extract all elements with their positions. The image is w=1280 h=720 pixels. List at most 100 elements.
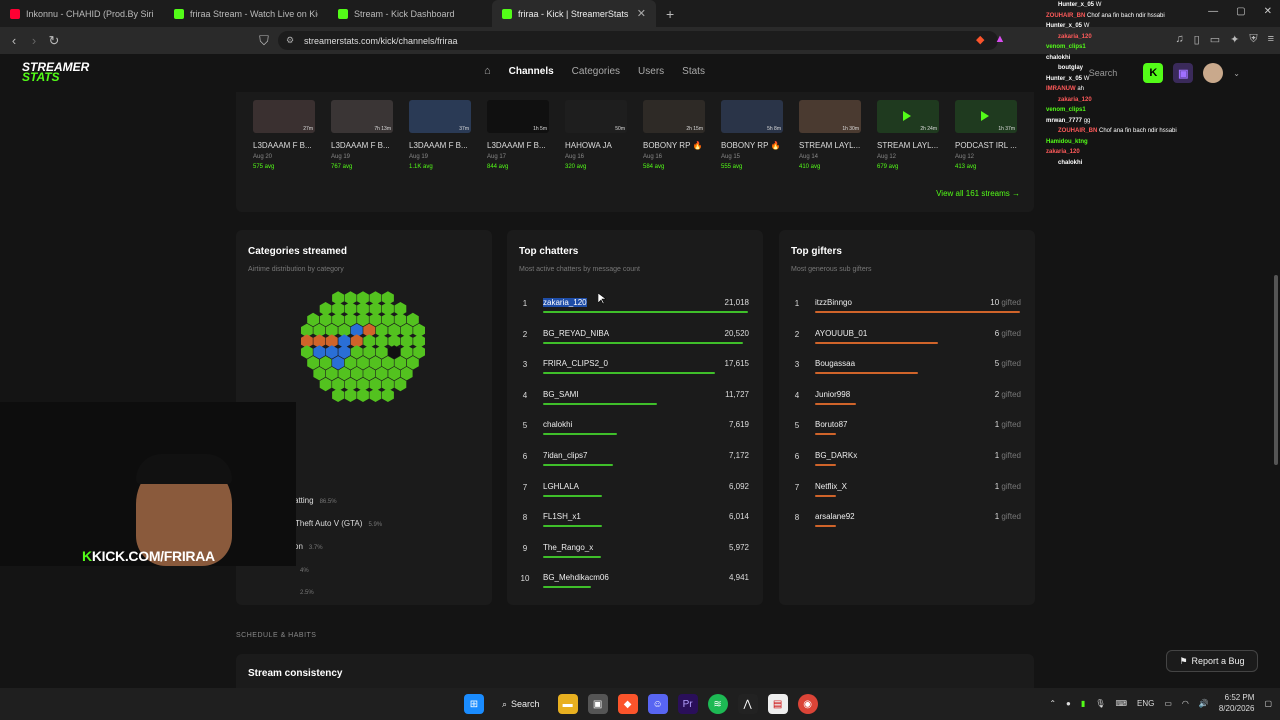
language-indicator[interactable]: ENG [1137, 699, 1154, 708]
nav-categories[interactable]: Categories [572, 66, 620, 77]
user-name[interactable]: Bougassaa [815, 359, 855, 368]
notification-icon[interactable]: ▢ [1264, 699, 1272, 708]
stream-card[interactable]: 1h 30m STREAM LAYL... Aug 14 410 avg [799, 100, 865, 170]
spotify-icon[interactable]: ≋ [707, 694, 728, 714]
stream-card[interactable]: 50m HAHOWA JA Aug 16 320 avg [565, 100, 631, 170]
home-icon[interactable]: ⌂ [484, 65, 491, 77]
nav-channels[interactable]: Channels [509, 66, 554, 77]
maximize-icon[interactable]: ▢ [1236, 6, 1245, 17]
chatter-row[interactable]: 2 BG_REYAD_NIBA 20,520 [519, 327, 749, 357]
windows-start-icon[interactable]: ⊞ [464, 694, 484, 714]
stream-thumbnail[interactable]: 1h 5m [487, 100, 549, 133]
capcut-icon[interactable]: ⋀ [737, 694, 758, 714]
document-icon[interactable]: ▤ [767, 694, 788, 714]
user-name[interactable]: Junior998 [815, 390, 850, 399]
user-name[interactable]: itzzBinngo [815, 298, 852, 307]
tray-app-icon[interactable]: ● [1066, 699, 1071, 708]
clock[interactable]: 6:52 PM 8/20/2026 [1219, 692, 1255, 714]
stream-card[interactable]: 2h 15m BOBONY RP 🔥 Aug 16 584 avg [643, 100, 709, 170]
stream-thumbnail[interactable]: 1h 37m [955, 100, 1017, 133]
stream-card[interactable]: 7h 13m L3DAAAM F B... Aug 19 767 avg [331, 100, 397, 170]
user-name[interactable]: Boruto87 [815, 420, 847, 429]
back-icon[interactable]: ‹ [4, 33, 24, 48]
chatter-row[interactable]: 9 The_Rango_x 5,972 [519, 541, 749, 571]
chatter-row[interactable]: 10 BG_Mehdikacm06 4,941 [519, 571, 749, 601]
stream-thumbnail[interactable]: 7h 13m [331, 100, 393, 133]
user-name[interactable]: 7idan_clips7 [543, 451, 587, 460]
file-explorer-icon[interactable]: ▬ [557, 694, 578, 714]
gifter-row[interactable]: 5 Boruto87 1 gifted [791, 418, 1021, 448]
url-field[interactable]: ⚙ streamerstats.com/kick/channels/friraa [278, 31, 998, 50]
brave-shield-icon[interactable]: ◆ [976, 33, 984, 46]
app-icon[interactable]: ▣ [587, 694, 608, 714]
user-name[interactable]: LGHLALA [543, 482, 579, 491]
nav-stats[interactable]: Stats [682, 66, 705, 77]
close-window-icon[interactable]: ✕ [1264, 6, 1272, 17]
user-name[interactable]: zakaria_120 [543, 298, 587, 307]
display-icon[interactable]: ▭ [1164, 699, 1172, 708]
chevron-up-icon[interactable]: ⌃ [1049, 699, 1056, 708]
close-tab-icon[interactable]: ✕ [637, 7, 646, 20]
user-name[interactable]: BG_REYAD_NIBA [543, 329, 609, 338]
streamerstats-logo[interactable]: STREAMER STATS [22, 61, 89, 83]
brave-icon[interactable]: ◆ [617, 694, 638, 714]
forward-icon[interactable]: › [24, 33, 44, 48]
tray-battery-icon[interactable]: ▮ [1081, 699, 1085, 708]
chatter-row[interactable]: 6 7idan_clips7 7,172 [519, 449, 749, 479]
stream-thumbnail[interactable]: 2h 24m [877, 100, 939, 133]
stream-card[interactable]: 2h 24m STREAM LAYL... Aug 12 679 avg [877, 100, 943, 170]
chatter-row[interactable]: 1 zakaria_120 21,018 [519, 296, 749, 326]
chrome-icon[interactable]: ◉ [797, 694, 818, 714]
gifter-row[interactable]: 3 Bougassaa 5 gifted [791, 357, 1021, 387]
wifi-icon[interactable]: ◠ [1182, 699, 1189, 708]
keyboard-icon[interactable]: ⌨ [1115, 699, 1127, 708]
browser-tab-0[interactable]: Inkonnu - CHAHID (Prod.By Siriu... [0, 0, 164, 27]
chevron-down-icon[interactable]: ⌄ [1233, 69, 1240, 78]
stream-card[interactable]: 1h 37m PODCAST IRL ... Aug 12 413 avg [955, 100, 1021, 170]
browser-tab-2[interactable]: Stream - Kick Dashboard [328, 0, 492, 27]
bookmark-icon[interactable]: ⛉ [254, 33, 274, 49]
stream-thumbnail[interactable]: 37m [409, 100, 471, 133]
view-all-streams-link[interactable]: View all 161 streams → [936, 189, 1020, 198]
chatter-row[interactable]: 7 LGHLALA 6,092 [519, 480, 749, 510]
browser-tab-3[interactable]: friraa - Kick | StreamerStats ✕ [492, 0, 656, 27]
stream-thumbnail[interactable]: 50m [565, 100, 627, 133]
shield-icon[interactable]: ⛨ [1249, 33, 1257, 46]
user-name[interactable]: chalokhi [543, 420, 572, 429]
gifter-row[interactable]: 2 AYOUUUB_01 6 gifted [791, 327, 1021, 357]
wallet-icon[interactable]: ▭ [1210, 33, 1220, 46]
stream-thumbnail[interactable]: 2h 15m [643, 100, 705, 133]
stream-card[interactable]: 5h 8m BOBONY RP 🔥 Aug 15 555 avg [721, 100, 787, 170]
user-name[interactable]: Netflix_X [815, 482, 847, 491]
chatter-row[interactable]: 8 FL1SH_x1 6,014 [519, 510, 749, 540]
reload-icon[interactable]: ↻ [44, 33, 64, 49]
report-bug-button[interactable]: ⚑ Report a Bug [1166, 650, 1258, 672]
user-name[interactable]: BG_Mehdikacm06 [543, 573, 609, 582]
taskbar-search[interactable]: ⌕ Search [494, 694, 548, 714]
page-scrollbar[interactable] [1274, 275, 1278, 465]
nav-users[interactable]: Users [638, 66, 664, 77]
gifter-row[interactable]: 7 Netflix_X 1 gifted [791, 480, 1021, 510]
gifter-row[interactable]: 4 Junior998 2 gifted [791, 388, 1021, 418]
gifter-row[interactable]: 1 itzzBinngo 10 gifted [791, 296, 1021, 326]
site-info-icon[interactable]: ⚙ [286, 35, 294, 46]
user-name[interactable]: arsalane92 [815, 512, 855, 521]
premiere-icon[interactable]: Pr [677, 694, 698, 714]
stream-thumbnail[interactable]: 1h 30m [799, 100, 861, 133]
user-name[interactable]: AYOUUUB_01 [815, 329, 867, 338]
menu-icon[interactable]: ≡ [1268, 33, 1274, 46]
stream-card[interactable]: 27m L3DAAAM F B... Aug 20 575 avg [253, 100, 319, 170]
volume-icon[interactable]: 🔊 [1199, 699, 1209, 708]
browser-tab-1[interactable]: friraa Stream - Watch Live on Kick [164, 0, 328, 27]
stream-thumbnail[interactable]: 27m [253, 100, 315, 133]
user-name[interactable]: The_Rango_x [543, 543, 593, 552]
stream-thumbnail[interactable]: 5h 8m [721, 100, 783, 133]
stream-card[interactable]: 37m L3DAAAM F B... Aug 19 1.1K avg [409, 100, 475, 170]
discord-icon[interactable]: ☺ [647, 694, 668, 714]
microphone-icon[interactable]: 🎙 [1095, 699, 1105, 708]
leo-icon[interactable]: ✦ [1230, 33, 1239, 46]
rewards-icon[interactable]: ▲ [995, 33, 1006, 46]
user-name[interactable]: BG_DARKx [815, 451, 857, 460]
chatter-row[interactable]: 3 FRIRA_CLIPS2_0 17,615 [519, 357, 749, 387]
user-name[interactable]: BG_SAMI [543, 390, 579, 399]
